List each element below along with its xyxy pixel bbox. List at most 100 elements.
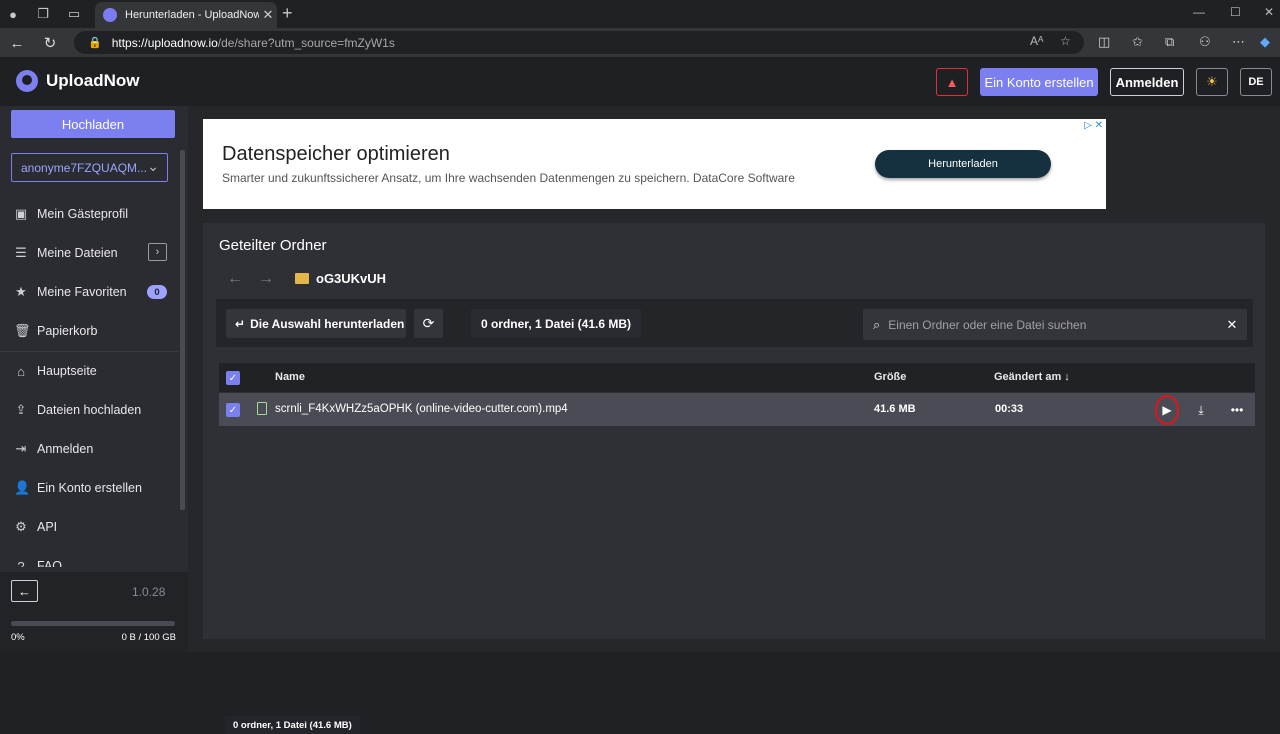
column-header-name[interactable]: Name — [275, 371, 305, 383]
sun-icon: ☀ — [1206, 74, 1218, 89]
table-row[interactable]: ✓ scrnli_F4KxWHZz5aOPHK (online-video-cu… — [219, 393, 1255, 426]
sidebar-item-guest-profile[interactable]: ▣ Mein Gästeprofil — [0, 199, 178, 229]
login-button[interactable]: Anmelden — [1110, 68, 1184, 96]
question-icon: ? — [17, 559, 25, 567]
close-window-icon[interactable]: ✕ — [1264, 5, 1274, 19]
language-button[interactable]: DE — [1240, 68, 1272, 96]
uploadnow-logo-icon — [16, 70, 38, 92]
sidebar-item-login[interactable]: ⇥ Anmelden — [0, 434, 178, 464]
nav-back-icon[interactable]: ← — [227, 270, 243, 288]
tab-title: Herunterladen - UploadNow.io — [125, 9, 259, 21]
brand-logo[interactable]: UploadNow — [16, 70, 140, 92]
workspaces-icon[interactable]: ❐ — [33, 4, 53, 24]
sidebar-item-label: Meine Dateien — [37, 246, 118, 260]
expand-arrow-icon[interactable]: › — [148, 243, 167, 261]
file-icon — [257, 402, 267, 415]
maximize-icon[interactable]: ☐ — [1230, 5, 1241, 19]
url-host: https://uploadnow.io — [111, 35, 218, 50]
reload-icon[interactable]: ↻ — [39, 32, 61, 54]
footer-item-count: 0 ordner, 1 Datei (41.6 MB) — [225, 716, 360, 734]
sidebar-item-favorites[interactable]: ★ Meine Favoriten 0 — [0, 277, 178, 307]
storage-amount: 0 B / 100 GB — [121, 632, 176, 643]
sidebar-item-label: API — [37, 520, 58, 534]
gear-icon: ⚙ — [15, 519, 27, 534]
play-button[interactable]: ▶ — [1155, 395, 1179, 425]
clear-search-icon[interactable]: ✕ — [1217, 317, 1247, 333]
favorites-count-badge: 0 — [147, 285, 167, 299]
download-button[interactable]: ⤓ — [1190, 399, 1212, 421]
uploadnow-favicon-icon — [103, 8, 117, 22]
app-header: UploadNow ▲ Ein Konto erstellen Anmelden… — [0, 57, 1280, 106]
collections-icon[interactable]: ⧉ — [1165, 34, 1174, 50]
minimize-icon[interactable]: — — [1193, 5, 1205, 19]
favorite-star-icon[interactable]: ☆ — [1060, 34, 1071, 48]
sidebar-item-label: Anmelden — [37, 442, 94, 456]
brand-name: UploadNow — [46, 71, 140, 90]
row-checkbox[interactable]: ✓ — [226, 403, 240, 417]
file-name[interactable]: scrnli_F4KxWHZz5aOPHK (online-video-cutt… — [275, 403, 568, 415]
sidebar-item-label: Ein Konto erstellen — [37, 481, 142, 495]
back-icon[interactable]: ← — [6, 32, 28, 54]
browser-tab-active[interactable]: Herunterladen - UploadNow.io ✕ — [95, 2, 277, 28]
item-count: 0 ordner, 1 Datei (41.6 MB) — [471, 309, 641, 338]
sidebar: Hochladen anonyme7FZQUAQM... ⌄ ▣ Mein Gä… — [0, 106, 188, 652]
refresh-icon: ⟳ — [422, 315, 435, 331]
more-options-button[interactable]: ••• — [1226, 399, 1248, 421]
favorites-icon[interactable]: ✩ — [1132, 34, 1143, 50]
copilot-icon[interactable]: ◆ — [1260, 34, 1270, 50]
list-tree-icon: ☰ — [15, 245, 27, 260]
star-icon: ★ — [15, 284, 27, 299]
sidebar-item-api[interactable]: ⚙ API — [0, 512, 178, 542]
signup-button[interactable]: Ein Konto erstellen — [980, 68, 1098, 96]
split-screen-icon[interactable]: ◫ — [1098, 34, 1110, 50]
adchoices-close-icon[interactable]: ▷ ✕ — [1084, 120, 1103, 131]
sidebar-item-trash[interactable]: 🗑 Papierkorb — [0, 316, 178, 346]
sidebar-item-upload-files[interactable]: ⇪ Dateien hochladen — [0, 395, 178, 425]
play-icon: ▶ — [1162, 403, 1172, 417]
tab-actions-icon[interactable]: ▭ — [64, 4, 84, 24]
extensions-icon[interactable]: ⚇ — [1199, 34, 1211, 50]
account-select[interactable]: anonyme7FZQUAQM... ⌄ — [11, 153, 168, 182]
current-folder-name[interactable]: oG3UKvUH — [316, 271, 386, 286]
search-icon: ⌕ — [873, 316, 881, 332]
sidebar-item-faq[interactable]: ? FAQ — [0, 551, 178, 567]
more-menu-icon[interactable]: ⋯ — [1232, 34, 1245, 50]
arrow-left-icon: ← — [18, 583, 31, 599]
home-icon: ⌂ — [17, 363, 25, 379]
storage-progress-bar — [11, 621, 175, 626]
new-tab-icon[interactable]: + — [282, 3, 293, 24]
ad-subtitle: Smarter und zukunftssicherer Ansatz, um … — [222, 171, 795, 185]
ad-title: Datenspeicher optimieren — [222, 143, 450, 165]
download-icon: ⤓ — [1198, 402, 1204, 417]
sidebar-item-label: Dateien hochladen — [37, 403, 142, 417]
sidebar-scrollbar[interactable] — [180, 150, 185, 510]
ad-download-button[interactable]: Herunterladen — [875, 150, 1051, 178]
upload-button[interactable]: Hochladen — [11, 110, 175, 138]
address-bar[interactable]: 🔒 https://uploadnow.io/de/share?utm_sour… — [74, 31, 1084, 54]
sidebar-divider — [0, 351, 178, 352]
read-aloud-icon[interactable]: Aᴬ — [1030, 34, 1043, 48]
column-header-modified[interactable]: Geändert am ↓ — [994, 371, 1070, 383]
file-toolbar: ↵ Die Auswahl herunterladen ⟳ 0 ordner, … — [216, 299, 1253, 347]
folder-icon — [295, 273, 309, 284]
select-all-checkbox[interactable]: ✓ — [226, 371, 240, 385]
sidebar-item-home[interactable]: ⌂ Hauptseite — [0, 356, 178, 386]
sidebar-footer: ← 1.0.28 0% 0 B / 100 GB — [0, 572, 188, 652]
collapse-sidebar-button[interactable]: ← — [11, 580, 38, 602]
url-path: /de/share?utm_source=fmZyW1s — [217, 35, 395, 50]
nav-forward-icon[interactable]: → — [258, 270, 274, 288]
advertisement-banner[interactable]: Datenspeicher optimieren Smarter und zuk… — [203, 119, 1106, 209]
theme-toggle-button[interactable]: ☀ — [1196, 68, 1228, 96]
sidebar-item-my-files[interactable]: ☰ Meine Dateien › — [0, 238, 178, 268]
close-tab-icon[interactable]: ✕ — [259, 7, 277, 23]
panel-title: Geteilter Ordner — [219, 237, 327, 254]
refresh-button[interactable]: ⟳ — [414, 309, 443, 338]
file-modified: 00:33 — [995, 403, 1024, 415]
download-selection-button[interactable]: ↵ Die Auswahl herunterladen — [226, 309, 406, 338]
column-header-size[interactable]: Größe — [874, 371, 906, 383]
profile-icon[interactable]: ● — [3, 4, 23, 24]
report-button[interactable]: ▲ — [936, 68, 968, 96]
user-card-icon: ▣ — [14, 206, 28, 221]
sidebar-item-create-account[interactable]: 👤 Ein Konto erstellen — [0, 473, 178, 503]
search-input[interactable] — [888, 317, 1217, 332]
